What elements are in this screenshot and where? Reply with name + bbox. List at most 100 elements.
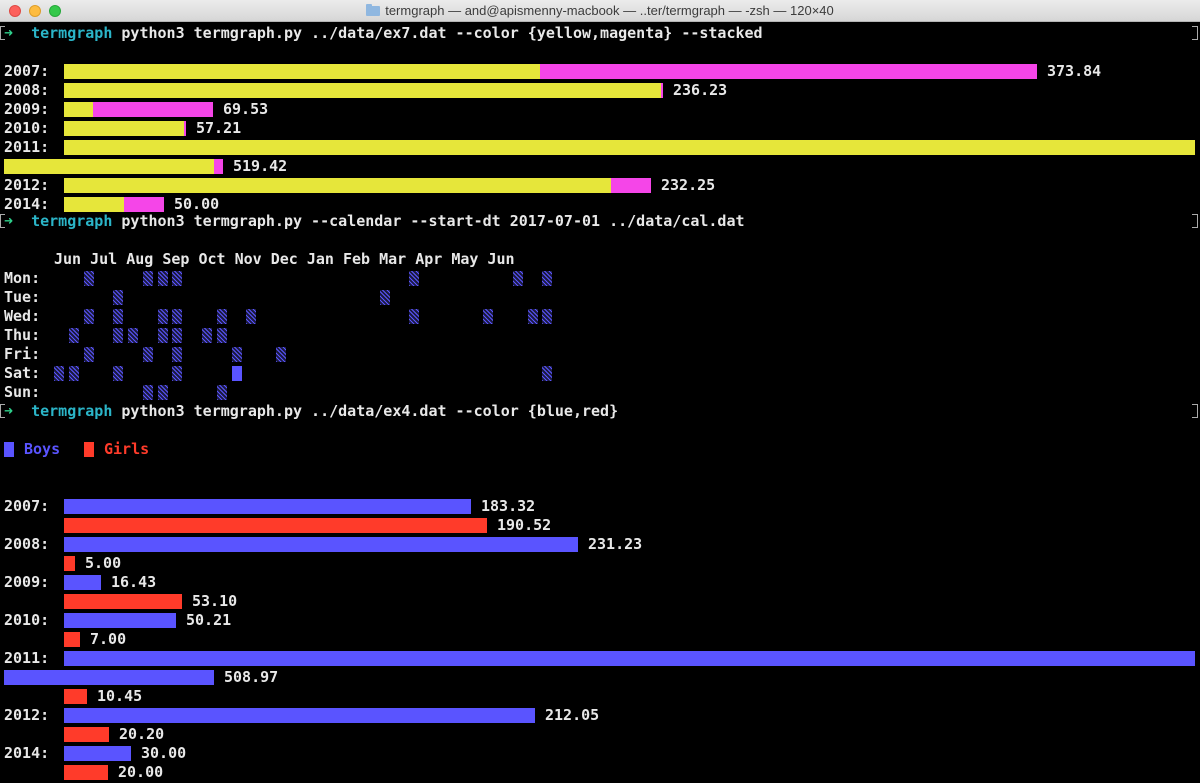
- stacked-bar-magenta: [214, 159, 223, 174]
- scroll-mark-icon: [0, 404, 5, 418]
- girls-bar: [64, 556, 75, 571]
- calendar-cell: [142, 271, 153, 286]
- grouped-value-label: 20.20: [119, 725, 165, 743]
- boys-bar: [64, 708, 535, 723]
- scroll-mark-icon: [1192, 214, 1198, 228]
- window-title: termgraph — and@apismenny-macbook — ..te…: [0, 0, 1200, 22]
- calendar-day-label: Tue:: [4, 288, 41, 306]
- girls-bar: [64, 518, 487, 533]
- grouped-value-label: 508.97: [224, 668, 279, 686]
- grouped-value-label: 190.52: [497, 516, 552, 534]
- stacked-bar-magenta: [661, 83, 663, 98]
- stacked-row-label: 2010:: [4, 119, 50, 137]
- stacked-row-label: 2012:: [4, 176, 50, 194]
- calendar-day-label: Thu:: [4, 326, 41, 344]
- stacked-bar-yellow: [4, 159, 214, 174]
- command-text: python3 termgraph.py --calendar --start-…: [112, 212, 745, 230]
- calendar-cell: [276, 347, 286, 362]
- grouped-value-label: 10.45: [97, 687, 143, 705]
- stacked-bar-yellow: [64, 178, 611, 193]
- grouped-value-label: 50.21: [186, 611, 232, 629]
- stacked-bar-yellow: [64, 197, 124, 212]
- window-title-text: termgraph — and@apismenny-macbook — ..te…: [385, 3, 834, 18]
- calendar-cell: [542, 271, 553, 286]
- grouped-row-label: 2012:: [4, 706, 50, 724]
- calendar-day-label: Sat:: [4, 364, 41, 382]
- terminal-output[interactable]: ➜ termgraph python3 termgraph.py ../data…: [0, 22, 1200, 783]
- grouped-value-label: 16.43: [111, 573, 157, 591]
- calendar-cell: [216, 328, 227, 343]
- command-prompt-line: ➜ termgraph python3 termgraph.py --calen…: [4, 212, 745, 231]
- calendar-cell: [172, 366, 183, 381]
- stacked-value-label: 236.23: [673, 81, 728, 99]
- calendar-cell: [172, 347, 183, 362]
- girls-bar: [64, 689, 87, 704]
- stacked-value-label: 373.84: [1047, 62, 1102, 80]
- command-prompt-line: ➜ termgraph python3 termgraph.py ../data…: [4, 24, 763, 43]
- calendar-cell: [231, 347, 242, 362]
- boys-bar: [4, 670, 214, 685]
- calendar-cell: [157, 328, 168, 343]
- girls-bar: [64, 594, 182, 609]
- calendar-day-label: Mon:: [4, 269, 41, 287]
- prompt-arrow-icon: ➜: [4, 24, 14, 42]
- stacked-value-label: 57.21: [196, 119, 242, 137]
- legend-label-girls: Girls: [104, 440, 150, 458]
- calendar-cell: [113, 328, 124, 343]
- calendar-cell: [172, 309, 183, 324]
- prompt-directory: termgraph: [13, 24, 113, 42]
- stacked-bar-magenta: [93, 102, 213, 117]
- stacked-bar-yellow: [64, 83, 661, 98]
- boys-bar: [64, 575, 101, 590]
- calendar-cell: [512, 271, 523, 286]
- girls-bar: [64, 727, 109, 742]
- scroll-mark-icon: [1192, 26, 1198, 40]
- calendar-cell: [379, 290, 390, 305]
- grouped-row-label: 2010:: [4, 611, 50, 629]
- legend-swatch-boys: [4, 442, 14, 457]
- stacked-bar-yellow: [64, 140, 1195, 155]
- girls-bar: [64, 632, 80, 647]
- stacked-value-label: 69.53: [223, 100, 269, 118]
- calendar-cell: [83, 309, 94, 324]
- calendar-cell: [113, 290, 124, 305]
- calendar-cell: [542, 309, 553, 324]
- calendar-cell: [172, 328, 183, 343]
- command-prompt-line: ➜ termgraph python3 termgraph.py ../data…: [4, 402, 618, 421]
- calendar-cell: [128, 328, 138, 343]
- grouped-value-label: 231.23: [588, 535, 643, 553]
- calendar-cell: [113, 366, 124, 381]
- calendar-cell: [409, 309, 420, 324]
- scroll-mark-icon: [0, 214, 5, 228]
- calendar-day-label: Wed:: [4, 307, 41, 325]
- calendar-cell: [157, 385, 168, 400]
- stacked-bar-yellow: [64, 121, 184, 136]
- calendar-cell: [216, 309, 227, 324]
- command-text: python3 termgraph.py ../data/ex7.dat --c…: [112, 24, 763, 42]
- stacked-row-label: 2011:: [4, 138, 50, 156]
- grouped-row-label: 2014:: [4, 744, 50, 762]
- grouped-row-label: 2011:: [4, 649, 50, 667]
- calendar-cell: [68, 328, 79, 343]
- prompt-arrow-icon: ➜: [4, 212, 14, 230]
- calendar-cell: [142, 385, 153, 400]
- stacked-value-label: 519.42: [233, 157, 288, 175]
- calendar-day-label: Fri:: [4, 345, 41, 363]
- prompt-directory: termgraph: [13, 402, 113, 420]
- calendar-cell: [172, 271, 183, 286]
- girls-bar: [64, 765, 108, 780]
- boys-bar: [64, 746, 131, 761]
- stacked-row-label: 2007:: [4, 62, 50, 80]
- boys-bar: [64, 537, 578, 552]
- grouped-value-label: 30.00: [141, 744, 187, 762]
- grouped-value-label: 20.00: [118, 763, 164, 781]
- calendar-cell: [246, 309, 257, 324]
- calendar-cell: [113, 309, 124, 324]
- calendar-cell: [542, 366, 553, 381]
- boys-bar: [64, 651, 1195, 666]
- grouped-value-label: 7.00: [90, 630, 127, 648]
- calendar-month-header: Jun Jul Aug Sep Oct Nov Dec Jan Feb Mar …: [54, 250, 515, 268]
- stacked-bar-magenta: [611, 178, 651, 193]
- grouped-value-label: 183.32: [481, 497, 536, 515]
- grouped-value-label: 212.05: [545, 706, 600, 724]
